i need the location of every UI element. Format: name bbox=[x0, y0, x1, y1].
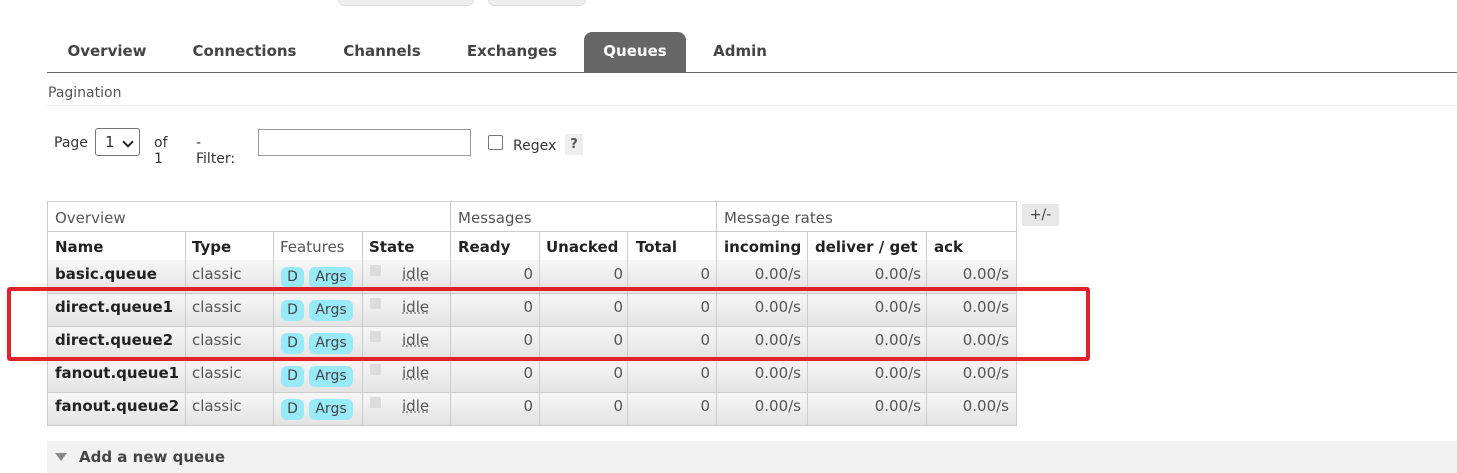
top-control[interactable] bbox=[488, 0, 586, 6]
group-header-messages: Messages bbox=[458, 209, 532, 227]
queue-state: idle bbox=[402, 265, 430, 283]
feature-args-badge: Args bbox=[309, 267, 353, 288]
queue-state: idle bbox=[402, 364, 430, 382]
column-header-unacked[interactable]: Unacked bbox=[546, 238, 618, 256]
queue-type: classic bbox=[192, 397, 242, 415]
total-count: 0 bbox=[700, 265, 710, 283]
column-header-ready[interactable]: Ready bbox=[458, 238, 510, 256]
pagination-title: Pagination bbox=[48, 85, 122, 101]
regex-checkbox[interactable] bbox=[488, 135, 503, 150]
incoming-rate: 0.00/s bbox=[754, 364, 801, 382]
total-count: 0 bbox=[700, 397, 710, 415]
tab-exchanges[interactable]: Exchanges bbox=[457, 32, 567, 72]
top-control[interactable] bbox=[338, 0, 474, 6]
ack-rate: 0.00/s bbox=[962, 364, 1009, 382]
divider bbox=[47, 105, 1457, 106]
unacked-count: 0 bbox=[613, 364, 623, 382]
incoming-rate: 0.00/s bbox=[754, 265, 801, 283]
column-header-features: Features bbox=[280, 238, 345, 256]
highlight-annotation-box bbox=[7, 287, 1090, 361]
feature-args-badge: Args bbox=[309, 366, 353, 387]
unacked-count: 0 bbox=[613, 397, 623, 415]
add-queue-section-header[interactable]: Add a new queue bbox=[47, 441, 1457, 473]
queue-state: idle bbox=[402, 397, 430, 415]
filter-label: - Filter: bbox=[196, 135, 236, 167]
filter-input[interactable] bbox=[258, 129, 471, 156]
tab-connections[interactable]: Connections bbox=[182, 32, 307, 72]
chevron-down-icon bbox=[122, 136, 134, 148]
page-label: Page bbox=[54, 135, 88, 151]
ready-count: 0 bbox=[523, 397, 533, 415]
ready-count: 0 bbox=[523, 265, 533, 283]
ack-rate: 0.00/s bbox=[962, 397, 1009, 415]
tab-overview[interactable]: Overview bbox=[47, 32, 167, 72]
regex-help-button[interactable]: ? bbox=[565, 134, 583, 155]
column-header-type[interactable]: Type bbox=[192, 238, 231, 256]
tab-channels[interactable]: Channels bbox=[332, 32, 432, 72]
queue-name-link[interactable]: fanout.queue2 bbox=[55, 397, 179, 415]
triangle-down-icon bbox=[55, 453, 67, 461]
top-toolbar bbox=[338, 0, 586, 6]
add-queue-label: Add a new queue bbox=[79, 448, 226, 466]
state-indicator-icon bbox=[370, 397, 381, 408]
row-divider bbox=[48, 392, 1016, 393]
main-nav-tabs: Overview Connections Channels Exchanges … bbox=[47, 32, 1457, 73]
ready-count: 0 bbox=[523, 364, 533, 382]
state-indicator-icon bbox=[370, 265, 381, 276]
header-divider bbox=[48, 231, 1016, 232]
tab-admin[interactable]: Admin bbox=[701, 32, 779, 72]
state-indicator-icon bbox=[370, 364, 381, 375]
deliver-get-rate: 0.00/s bbox=[874, 265, 921, 283]
feature-durable-badge: D bbox=[281, 267, 304, 288]
incoming-rate: 0.00/s bbox=[754, 397, 801, 415]
group-header-overview: Overview bbox=[55, 209, 126, 227]
page-select[interactable]: 1 bbox=[95, 128, 140, 156]
deliver-get-rate: 0.00/s bbox=[874, 364, 921, 382]
feature-durable-badge: D bbox=[281, 366, 304, 387]
regex-label: Regex bbox=[513, 138, 557, 154]
column-header-incoming[interactable]: incoming bbox=[724, 238, 801, 256]
table-row[interactable]: fanout.queue2 classic D Args idle 0 0 0 … bbox=[48, 392, 1016, 425]
page-select-value: 1 bbox=[105, 133, 115, 151]
queue-name-link[interactable]: basic.queue bbox=[55, 265, 157, 283]
ack-rate: 0.00/s bbox=[962, 265, 1009, 283]
column-header-name[interactable]: Name bbox=[55, 238, 103, 256]
deliver-get-rate: 0.00/s bbox=[874, 397, 921, 415]
column-header-ack[interactable]: ack bbox=[934, 238, 963, 256]
unacked-count: 0 bbox=[613, 265, 623, 283]
column-header-total[interactable]: Total bbox=[636, 238, 677, 256]
feature-args-badge: Args bbox=[309, 399, 353, 420]
queue-name-link[interactable]: fanout.queue1 bbox=[55, 364, 179, 382]
table-row[interactable]: fanout.queue1 classic D Args idle 0 0 0 … bbox=[48, 359, 1016, 392]
column-header-deliver-get[interactable]: deliver / get bbox=[815, 238, 918, 256]
group-header-message-rates: Message rates bbox=[724, 209, 833, 227]
total-count: 0 bbox=[700, 364, 710, 382]
toggle-columns-button[interactable]: +/- bbox=[1022, 204, 1059, 226]
feature-durable-badge: D bbox=[281, 399, 304, 420]
page-count-label: of 1 bbox=[154, 135, 168, 167]
tab-queues[interactable]: Queues bbox=[584, 32, 686, 72]
queue-type: classic bbox=[192, 265, 242, 283]
queue-type: classic bbox=[192, 364, 242, 382]
column-header-state[interactable]: State bbox=[369, 238, 414, 256]
